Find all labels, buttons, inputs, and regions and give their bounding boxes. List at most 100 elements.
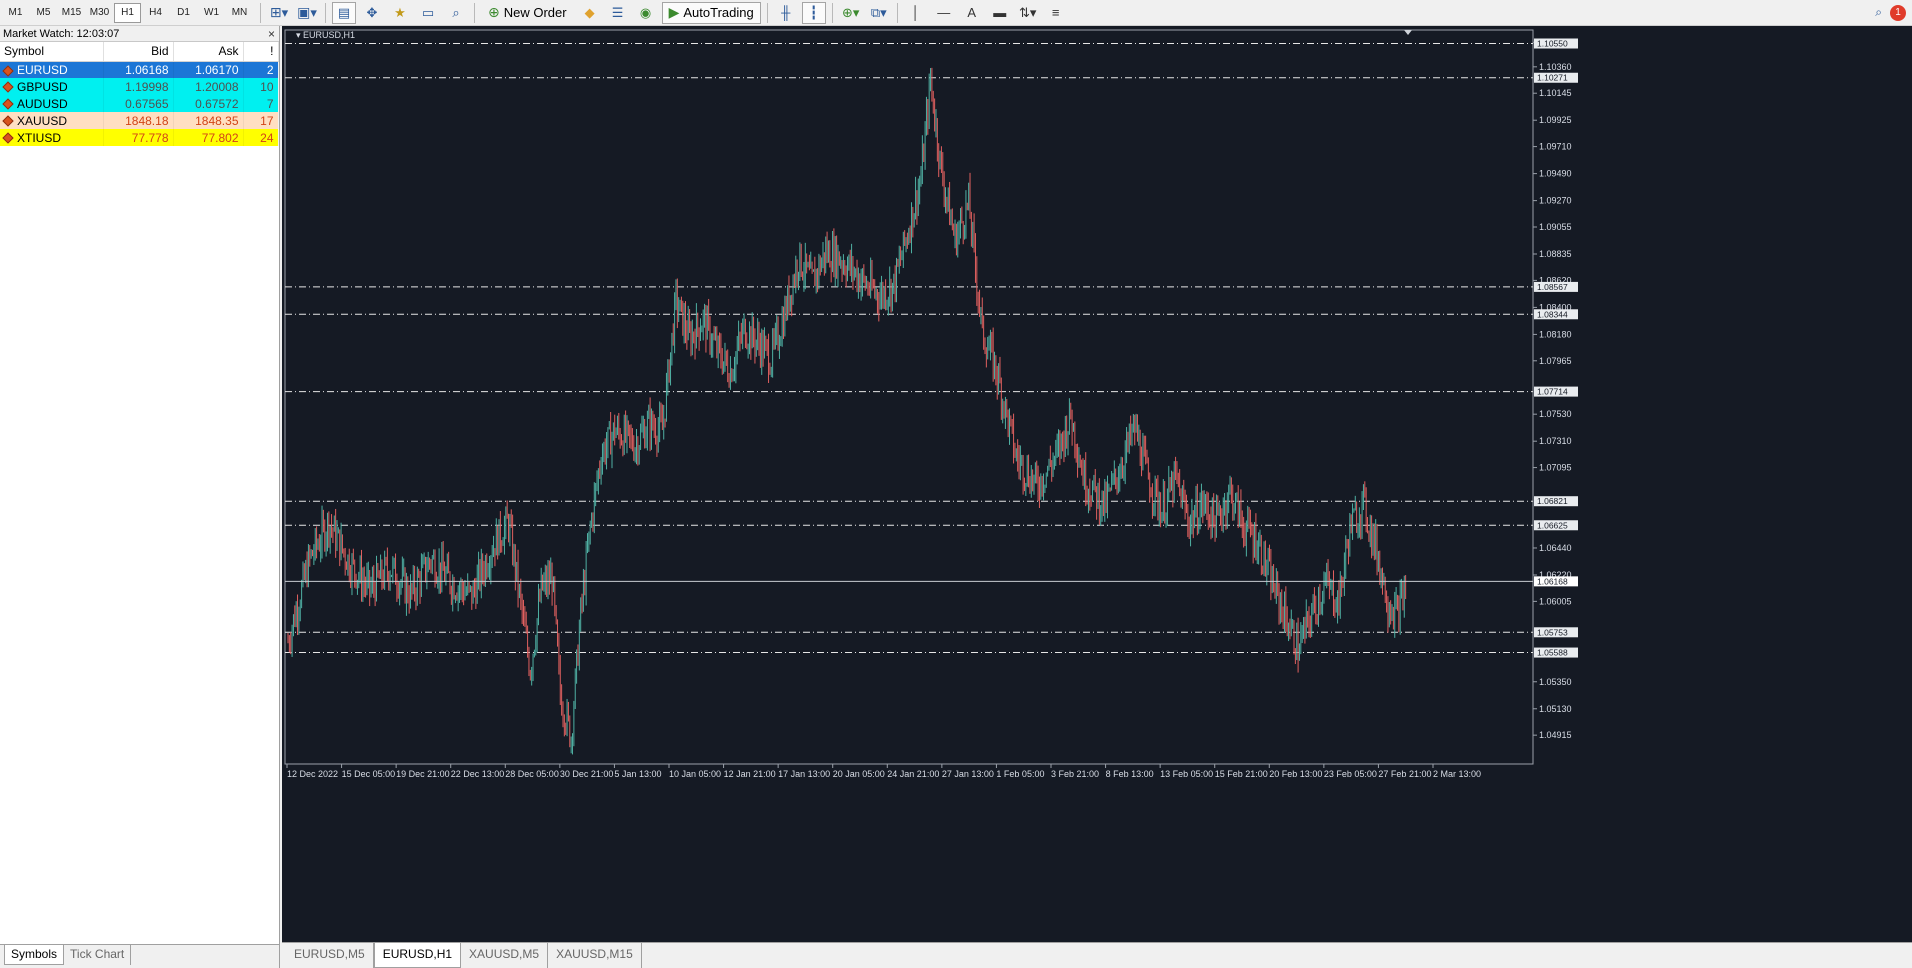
toolbar-right: ⌕ 1 [1875, 4, 1912, 21]
terminal-icon[interactable]: ▭ [416, 2, 440, 24]
table-row[interactable]: AUDUSD 0.67565 0.67572 7 [0, 95, 279, 112]
timeframe-h4-button[interactable]: H4 [142, 3, 169, 23]
tab-symbols[interactable]: Symbols [4, 945, 65, 965]
new-order-button[interactable]: ⊕ New Order [481, 2, 574, 24]
table-row[interactable]: GBPUSD 1.19998 1.20008 10 [0, 78, 279, 95]
indicators-icon[interactable]: ⧉▾ [867, 2, 891, 24]
level-price-label: 1.10271 [1537, 73, 1568, 83]
zoom-in-icon[interactable]: ⊕▾ [839, 2, 863, 24]
close-icon[interactable]: × [268, 27, 275, 41]
x-tick-label: 27 Feb 21:00 [1378, 769, 1431, 779]
symbol-diamond-icon [2, 98, 14, 110]
x-tick-label: 19 Dec 21:00 [396, 769, 450, 779]
timeframe-mn-button[interactable]: MN [226, 3, 253, 23]
price-chart[interactable]: ▾ EURUSD,H11.105601.103601.101451.099251… [282, 26, 1912, 942]
market-watch-table: Symbol Bid Ask ! EURUSD 1.06168 1.06170 … [0, 42, 279, 146]
column-header-ask[interactable]: Ask [173, 42, 244, 62]
x-tick-label: 8 Feb 13:00 [1106, 769, 1154, 779]
table-header-row: Symbol Bid Ask ! [0, 42, 279, 62]
timeframe-m1-button[interactable]: M1 [2, 3, 29, 23]
symbol-diamond-icon [2, 64, 14, 77]
x-tick-label: 20 Jan 05:00 [833, 769, 885, 779]
candlestick-chart-icon[interactable]: ┇ [801, 1, 826, 24]
x-tick-label: 24 Jan 21:00 [887, 769, 939, 779]
timeframe-m30-button[interactable]: M30 [86, 3, 113, 23]
notification-badge[interactable]: 1 [1890, 4, 1906, 21]
y-tick-label: 1.10360 [1539, 62, 1572, 72]
autotrading-icon: ▶ [668, 4, 680, 20]
vertical-line-icon[interactable]: │ [904, 2, 928, 24]
current-price-label: 1.06168 [1537, 576, 1568, 586]
x-tick-label: 12 Dec 2022 [287, 769, 338, 779]
y-tick-label: 1.09270 [1539, 196, 1572, 206]
level-price-label: 1.05753 [1537, 627, 1568, 637]
more-tools-icon[interactable]: ≡ [1044, 2, 1068, 24]
x-tick-label: 3 Feb 21:00 [1051, 769, 1099, 779]
spread-cell: 17 [243, 112, 279, 129]
metaeditor-icon[interactable]: ◆ [578, 2, 602, 24]
table-row[interactable]: XAUUSD 1848.18 1848.35 17 [0, 112, 279, 129]
label-tool-icon[interactable]: ▬ [988, 2, 1012, 24]
timeframe-d1-button[interactable]: D1 [170, 3, 197, 23]
tab-tick-chart[interactable]: Tick Chart [64, 945, 132, 965]
toolbar-separator [831, 2, 833, 23]
level-price-label: 1.06625 [1537, 520, 1568, 530]
tab-eurusd-h1[interactable]: EURUSD,H1 [373, 943, 462, 968]
y-tick-label: 1.09490 [1539, 169, 1572, 179]
symbol-cell: GBPUSD [0, 78, 104, 95]
ask-cell: 0.67572 [173, 95, 244, 112]
level-price-label: 1.10550 [1537, 39, 1568, 49]
column-header-bid[interactable]: Bid [103, 42, 174, 62]
x-tick-label: 10 Jan 05:00 [669, 769, 721, 779]
timeframe-m5-button[interactable]: M5 [30, 3, 57, 23]
toolbar-separator [474, 2, 475, 23]
autotrading-button[interactable]: ▶ AutoTrading [661, 1, 761, 24]
x-tick-label: 13 Feb 05:00 [1160, 769, 1213, 779]
x-tick-label: 28 Dec 05:00 [505, 769, 559, 779]
tab-xauusd-m15[interactable]: XAUUSD,M15 [548, 943, 642, 968]
y-tick-label: 1.07530 [1539, 409, 1572, 419]
table-row[interactable]: XTIUSD 77.778 77.802 24 [0, 129, 279, 146]
y-tick-label: 1.09925 [1539, 115, 1572, 125]
table-row[interactable]: EURUSD 1.06168 1.06170 2 [0, 61, 279, 78]
search-icon[interactable]: ⌕ [1875, 5, 1882, 20]
x-tick-label: 1 Feb 05:00 [996, 769, 1044, 779]
timeframe-w1-button[interactable]: W1 [198, 3, 225, 23]
chart-title: ▾ EURUSD,H1 [296, 30, 355, 40]
ask-cell: 1848.35 [173, 112, 244, 129]
x-tick-label: 12 Jan 21:00 [724, 769, 776, 779]
chart-window[interactable]: ▾ EURUSD,H11.105601.103601.101451.099251… [282, 26, 1912, 942]
symbol-cell: XAUUSD [0, 112, 104, 129]
market-watch-panel: Market Watch: 12:03:07 × Symbol Bid Ask … [0, 26, 280, 968]
market-watch-toggle-icon[interactable]: ▤ [332, 1, 356, 24]
timeframe-h1-button[interactable]: H1 [114, 2, 141, 23]
symbol-name: AUDUSD [17, 96, 68, 111]
tab-eurusd-m5[interactable]: EURUSD,M5 [286, 943, 374, 968]
column-header-symbol[interactable]: Symbol [0, 42, 104, 62]
level-price-label: 1.08344 [1537, 309, 1568, 319]
level-price-label: 1.06821 [1537, 496, 1568, 506]
text-tool-icon[interactable]: A [960, 2, 984, 24]
column-header-spread[interactable]: ! [243, 42, 279, 62]
horizontal-line-icon[interactable]: — [932, 2, 956, 24]
y-tick-label: 1.06005 [1539, 596, 1572, 606]
signals-icon[interactable]: ☰ [606, 2, 630, 24]
chart-tabs: EURUSD,M5 EURUSD,H1 XAUUSD,M5 XAUUSD,M15 [282, 942, 1912, 968]
arrows-tool-icon[interactable]: ⇅▾ [1016, 2, 1040, 24]
tab-xauusd-m5[interactable]: XAUUSD,M5 [461, 943, 549, 968]
symbol-name: GBPUSD [17, 79, 68, 94]
bar-chart-icon[interactable]: ╫ [774, 2, 798, 24]
y-tick-label: 1.09055 [1539, 222, 1572, 232]
market-icon[interactable]: ◉ [634, 2, 658, 24]
navigator-icon[interactable]: ★ [388, 2, 412, 24]
profiles-icon[interactable]: ▣ ▾ [295, 2, 319, 24]
toolbar-separator [896, 2, 898, 23]
ask-cell: 1.06170 [173, 61, 244, 78]
spread-cell: 2 [243, 61, 279, 78]
symbol-diamond-icon [2, 115, 14, 127]
tester-icon[interactable]: ⌕ [444, 2, 468, 24]
x-tick-label: 27 Jan 13:00 [942, 769, 994, 779]
crosshair-icon[interactable]: ✥ [360, 2, 384, 24]
new-chart-icon[interactable]: ⊞ ▾ [267, 2, 291, 24]
timeframe-m15-button[interactable]: M15 [58, 3, 85, 23]
